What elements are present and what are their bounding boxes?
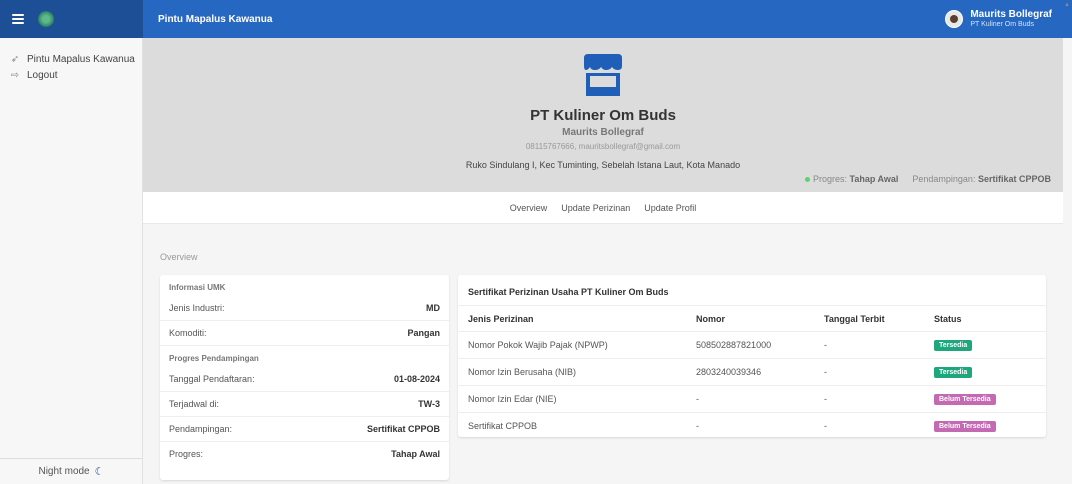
- cell-jenis: Sertifikat CPPOB: [458, 412, 686, 440]
- table-row: Sertifikat CPPOB - - Belum Tersedia: [458, 412, 1046, 440]
- status-badge: Tersedia: [934, 340, 973, 351]
- info-card: Informasi UMK Jenis Industri: MD Komodit…: [160, 275, 449, 480]
- column-header: Jenis Perizinan: [458, 305, 686, 332]
- progress-value: Tahap Awal: [849, 174, 899, 184]
- certificates-card: Sertifikat Perizinan Usaha PT Kuliner Om…: [458, 275, 1046, 440]
- user-menu[interactable]: Maurits Bollegraf PT Kuliner Om Buds: [945, 9, 1052, 29]
- status-dot-icon: [805, 177, 810, 183]
- info-label: Komoditi:: [169, 328, 207, 338]
- column-header: Status: [924, 305, 1046, 332]
- address: Ruko Sindulang I, Kec Tuminting, Sebelah…: [465, 160, 741, 170]
- table-row: Nomor Izin Edar (NIE) - - Belum Tersedia: [458, 385, 1046, 413]
- moon-icon: ☾: [94, 466, 105, 478]
- top-bar: Pintu Mapalus Kawanua Maurits Bollegraf …: [0, 0, 1072, 38]
- sidebar-item-label: Logout: [27, 69, 58, 81]
- user-company: PT Kuliner Om Buds: [970, 21, 1034, 28]
- cell-jenis: Nomor Pokok Wajib Pajak (NPWP): [458, 331, 686, 359]
- table-header-row: Jenis Perizinan Nomor Tanggal Terbit Sta…: [458, 305, 1046, 332]
- profile-header: PT Kuliner Om Buds Maurits Bollegraf 081…: [143, 38, 1063, 192]
- info-label: Terjadwal di:: [169, 399, 220, 409]
- info-value: Pangan: [407, 328, 440, 338]
- cell-nomor: 2803240039346: [686, 358, 814, 386]
- column-header: Tanggal Terbit: [814, 305, 924, 332]
- tab-update-perizinan[interactable]: Update Perizinan: [561, 203, 630, 213]
- tab-overview[interactable]: Overview: [510, 203, 548, 213]
- info-label: Progres:: [169, 449, 204, 459]
- avatar[interactable]: [945, 10, 964, 28]
- umk-section-title: Informasi UMK: [169, 283, 226, 292]
- rocket-icon: ➶: [10, 53, 20, 65]
- info-row: Pendampingan: Sertifikat CPPOB: [160, 416, 449, 441]
- info-row: Progres: Tahap Awal: [160, 441, 449, 466]
- info-value: TW-3: [418, 399, 440, 409]
- header-bar: Pintu Mapalus Kawanua Maurits Bollegraf …: [143, 0, 1072, 38]
- cell-nomor: -: [686, 385, 814, 413]
- certificates-title: Sertifikat Perizinan Usaha PT Kuliner Om…: [468, 287, 669, 297]
- cell-tanggal: -: [814, 385, 924, 413]
- logo-icon: [38, 11, 54, 27]
- info-label: Tanggal Pendaftaran:: [169, 373, 255, 384]
- assist-value: Sertifikat CPPOB: [977, 174, 1051, 184]
- company-name: PT Kuliner Om Buds: [530, 107, 676, 124]
- cell-tanggal: -: [814, 412, 924, 440]
- logout-icon: ⇨: [10, 69, 20, 81]
- info-value: MD: [426, 302, 440, 313]
- cell-tanggal: -: [814, 358, 924, 386]
- info-value: 01-08-2024: [393, 373, 440, 384]
- status-badge: Belum Tersedia: [934, 394, 996, 405]
- status-badge: Belum Tersedia: [934, 421, 996, 433]
- progress-summary: Progres: Tahap Awal Pendampingan: Sertif…: [805, 174, 1051, 184]
- tab-update-profil[interactable]: Update Profil: [644, 203, 696, 213]
- assist-status: Pendampingan: Sertifikat CPPOB: [912, 174, 1051, 184]
- info-row: Terjadwal di: TW-3: [160, 391, 449, 416]
- menu-icon[interactable]: [12, 14, 24, 24]
- table-row: Nomor Pokok Wajib Pajak (NPWP) 508502887…: [458, 331, 1046, 359]
- sidebar-item-logout[interactable]: ⇨ Logout: [0, 67, 142, 83]
- certificates-table: Jenis Perizinan Nomor Tanggal Terbit Sta…: [458, 305, 1046, 440]
- sidebar-item-label: Pintu Mapalus Kawanua: [27, 53, 135, 65]
- info-label: Jenis Industri:: [169, 302, 225, 313]
- info-label: Pendampingan:: [169, 424, 233, 434]
- info-row: Tanggal Pendaftaran: 01-08-2024: [160, 366, 449, 391]
- info-row: Komoditi: Pangan: [160, 320, 449, 345]
- info-value: Tahap Awal: [391, 449, 440, 459]
- status-badge: Tersedia: [934, 367, 973, 378]
- column-header: Nomor: [686, 305, 814, 332]
- progress-section-title: Progres Pendampingan: [169, 354, 259, 363]
- info-row: Jenis Industri: MD: [160, 295, 449, 320]
- scroll-up-icon[interactable]: ▲: [1064, 2, 1070, 8]
- owner-name: Maurits Bollegraf: [562, 127, 644, 138]
- cell-tanggal: -: [814, 331, 924, 359]
- assist-label: Pendampingan:: [912, 174, 976, 184]
- contact-info: 08115767666, mauritsbollegraf@gmail.com: [525, 142, 681, 151]
- cell-nomor: -: [686, 412, 814, 440]
- sidebar: ➶ Pintu Mapalus Kawanua ⇨ Logout Night m…: [0, 38, 143, 484]
- progress-label: Progres:: [813, 174, 848, 184]
- sidebar-item-pintu-mapalus[interactable]: ➶ Pintu Mapalus Kawanua: [0, 51, 142, 67]
- night-mode-label: Night mode: [38, 466, 90, 477]
- user-name: Maurits Bollegraf: [970, 9, 1052, 20]
- table-row: Nomor Izin Berusaha (NIB) 2803240039346 …: [458, 358, 1046, 386]
- app-title[interactable]: Pintu Mapalus Kawanua: [158, 14, 272, 25]
- store-icon: [584, 54, 622, 96]
- cell-nomor: 508502887821000: [686, 331, 814, 359]
- tab-bar: Overview Update Perizinan Update Profil: [143, 192, 1063, 224]
- cell-jenis: Nomor Izin Edar (NIE): [458, 385, 686, 413]
- cell-jenis: Nomor Izin Berusaha (NIB): [458, 358, 686, 386]
- night-mode-toggle[interactable]: Night mode ☾: [0, 458, 143, 480]
- section-title: Overview: [160, 252, 198, 262]
- info-value: Sertifikat CPPOB: [366, 424, 440, 434]
- progress-status: Progres: Tahap Awal: [805, 174, 898, 184]
- brand-area: [0, 0, 143, 38]
